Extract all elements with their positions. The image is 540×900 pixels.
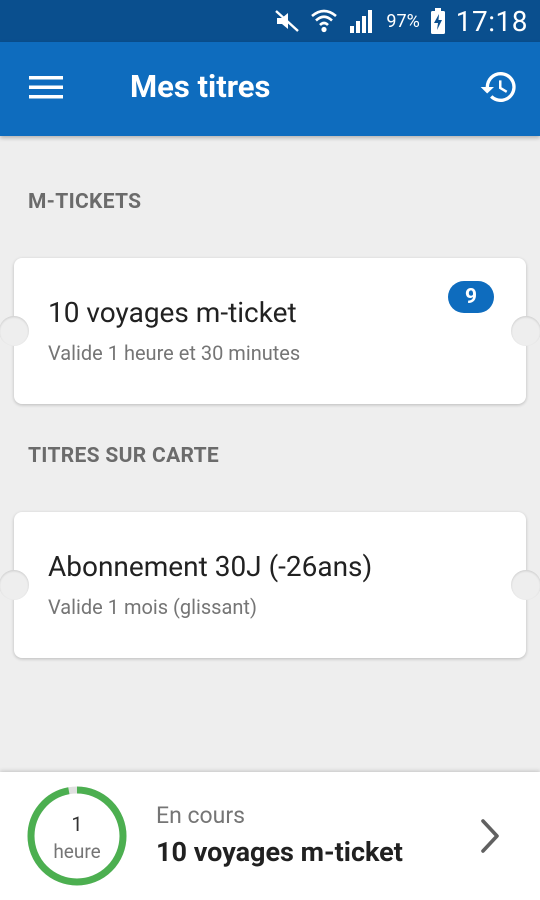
ticket-title: 10 voyages m-ticket	[48, 296, 297, 329]
timer-unit: heure	[53, 840, 101, 863]
timer-ring	[27, 786, 127, 886]
ticket-count-badge: 9	[448, 281, 494, 313]
battery-charging-icon	[430, 8, 446, 34]
status-clock: 17:18	[455, 4, 528, 38]
history-icon	[479, 67, 519, 111]
chevron-right-icon[interactable]	[476, 816, 504, 856]
ticket-notch-right	[511, 570, 540, 600]
subscription-validity: Valide 1 mois (glissant)	[48, 595, 257, 619]
active-ticket-title: 10 voyages m-ticket	[156, 836, 403, 868]
timer-progress-arc	[27, 786, 127, 886]
status-bar: 97% 17:18	[0, 0, 540, 42]
wifi-icon	[310, 8, 338, 34]
mute-icon	[274, 9, 300, 33]
menu-button[interactable]	[22, 69, 70, 109]
section-heading-card-titles: TITRES SUR CARTE	[28, 444, 220, 468]
app-bar: Mes titres	[0, 42, 540, 136]
mticket-card[interactable]: 10 voyages m-ticket Valide 1 heure et 30…	[0, 258, 540, 404]
section-heading-mtickets: M-TICKETS	[28, 190, 142, 214]
battery-percent: 97%	[386, 10, 420, 32]
ticket-notch-left	[0, 570, 29, 600]
subscription-card[interactable]: Abonnement 30J (-26ans) Valide 1 mois (g…	[0, 512, 540, 658]
active-ticket-label: En cours	[156, 802, 245, 829]
history-button[interactable]	[476, 66, 522, 112]
ticket-notch-right	[511, 316, 540, 346]
page-title: Mes titres	[130, 68, 271, 105]
ticket-validity: Valide 1 heure et 30 minutes	[48, 341, 301, 365]
signal-icon	[348, 8, 376, 34]
hamburger-menu-icon	[29, 75, 63, 103]
timer-value: 1	[71, 812, 83, 836]
ticket-notch-left	[0, 316, 29, 346]
subscription-title: Abonnement 30J (-26ans)	[48, 550, 373, 583]
active-ticket-panel[interactable]: 1 heure En cours 10 voyages m-ticket	[0, 772, 540, 900]
